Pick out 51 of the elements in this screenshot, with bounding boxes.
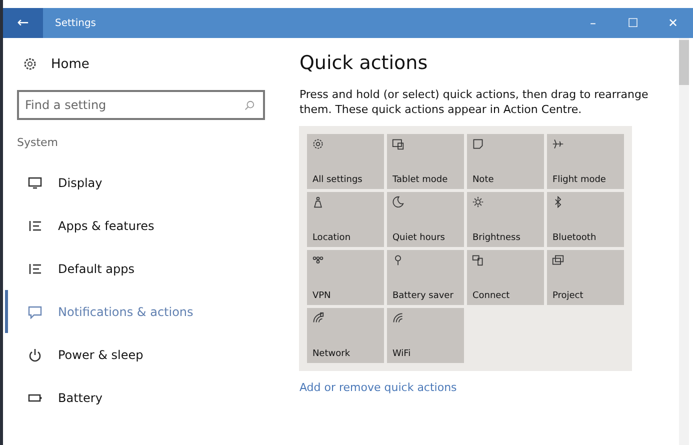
gear-icon xyxy=(312,138,324,150)
sun-icon xyxy=(472,196,484,208)
sidebar-item[interactable]: Display xyxy=(5,161,290,204)
description-text: Press and hold (or select) quick actions, then drag to rearrange them. These quick actions appear in Action Centre. xyxy=(299,88,650,118)
section-heading: System xyxy=(17,136,60,149)
quick-action-tile[interactable]: VPN xyxy=(307,250,384,305)
quick-action-tile[interactable]: Project xyxy=(547,250,624,305)
gear-icon xyxy=(23,57,37,71)
list-icon xyxy=(28,218,42,232)
display-icon xyxy=(28,176,42,190)
vpn-icon xyxy=(312,254,324,266)
power-icon xyxy=(28,348,42,362)
sidebar-item[interactable]: Notifications & actions xyxy=(5,290,290,333)
list-icon xyxy=(28,262,42,276)
signal-icon xyxy=(312,312,324,324)
monitor-icon xyxy=(552,254,564,266)
sidebar-item[interactable]: Apps & features xyxy=(5,204,290,247)
close-button[interactable]: ✕ xyxy=(653,8,693,38)
tablet-icon xyxy=(392,138,404,150)
airplane-icon xyxy=(552,138,564,150)
search-icon xyxy=(244,100,256,111)
moon-icon xyxy=(392,196,404,208)
quick-action-tile[interactable]: Location xyxy=(307,192,384,247)
location-icon xyxy=(312,196,324,208)
chat-bubble-icon xyxy=(28,304,42,318)
quick-action-tile[interactable]: Tablet mode xyxy=(387,134,464,189)
quick-action-tile[interactable]: WiFi xyxy=(387,308,464,363)
quick-action-tile[interactable]: Bluetooth xyxy=(547,192,624,247)
search-field[interactable]: Find a setting xyxy=(17,90,266,120)
back-button[interactable]: ← xyxy=(3,8,43,38)
note-icon xyxy=(472,138,484,150)
quick-action-tile[interactable]: All settings xyxy=(307,134,384,189)
quick-action-tile[interactable]: Flight mode xyxy=(547,134,624,189)
connect-icon xyxy=(472,254,484,266)
quick-action-tile[interactable]: Quiet hours xyxy=(387,192,464,247)
page-heading: Quick actions xyxy=(299,52,429,74)
sidebar-item[interactable]: Power & sleep xyxy=(5,333,290,376)
window-title: Settings xyxy=(55,18,96,28)
sidebar-item[interactable]: Battery xyxy=(5,376,290,419)
quick-action-tile[interactable]: Brightness xyxy=(467,192,544,247)
minimize-button[interactable]: – xyxy=(573,8,613,38)
quick-action-tile[interactable]: Network xyxy=(307,308,384,363)
scrollbar[interactable] xyxy=(679,38,689,445)
quick-action-tile[interactable]: Note xyxy=(467,134,544,189)
add-remove-link[interactable]: Add or remove quick actions xyxy=(299,380,457,394)
quick-action-tile[interactable]: Connect xyxy=(467,250,544,305)
sidebar-item[interactable]: Default apps xyxy=(5,247,290,290)
wifi-icon xyxy=(392,312,404,324)
maximize-button[interactable]: ☐ xyxy=(613,8,653,38)
home-link[interactable]: Home xyxy=(3,52,290,76)
quick-action-tile[interactable]: Battery saver xyxy=(387,250,464,305)
